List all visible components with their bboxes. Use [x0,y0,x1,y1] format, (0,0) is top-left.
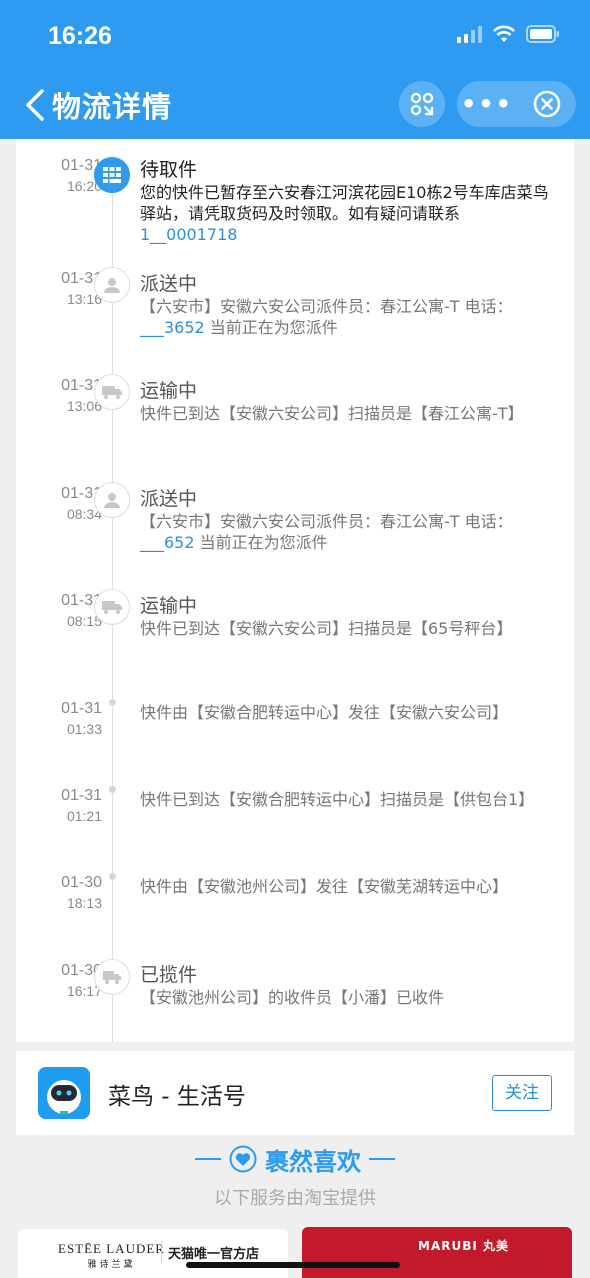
divider [195,1158,221,1160]
recommend-title: 裹然喜欢 [265,1147,361,1176]
phone-link[interactable]: ___652 [140,533,195,552]
close-button[interactable] [517,89,576,119]
entry-text: 【安徽池州公司】的收件员【小潘】已收件 [140,988,445,1007]
mini-program-capsule: ••• [457,81,576,127]
logistics-timeline-card: 01-31 16:20 待取件 您的快件已暂存至六安春江河滨花园E10栋2号车库… [16,139,574,1042]
entry-time: 01:33 [66,721,102,737]
divider [369,1158,395,1160]
heart-icon [229,1145,257,1173]
scan-icon [410,92,434,116]
package-grid-icon [94,157,130,193]
entry-text-body: 您的快件已暂存至六安春江河滨花园E10栋2号车库店菜鸟驿站，请凭取货码及时领取。… [140,183,549,223]
entry-text: 快件已到达【安徽六安公司】扫描员是【65号秤台】 [140,619,513,638]
entry-date: 01-30 [61,874,102,891]
entry-text-tail: 当前正在为您派件 [194,533,328,552]
scan-button[interactable] [399,81,445,127]
pickup-truck-icon [94,959,130,995]
entry-text: 【六安市】安徽六安公司派件员：春江公寓-T 电话： ___3652 当前正在为您派… [140,296,554,338]
divider [161,1241,162,1263]
truck-icon [94,374,130,410]
entry-status: 派送中 [140,273,198,295]
home-indicator [186,1262,400,1268]
entry-text-tail: 当前正在为您派件 [204,318,338,337]
entry-status: 已揽件 [140,964,198,986]
entry-text: 快件由【安徽池州公司】发往【安徽芜湖转运中心】 [140,877,509,896]
account-name: 菜鸟 - 生活号 [108,1084,246,1110]
wifi-icon [492,25,516,43]
recommend-header: 裹然喜欢 [0,1142,590,1176]
product-card-marubi[interactable]: MARUBI 丸美 [302,1227,572,1278]
back-button[interactable] [22,88,48,122]
entry-text: 快件已到达【安徽合肥转运中心】扫描员是【供包台1】 [140,790,535,809]
entry-date: 01-31 [61,787,102,804]
entry-text: 快件已到达【安徽六安公司】扫描员是【春江公寓-T】 [140,404,524,423]
timeline-dot [109,699,116,706]
product-card-estee[interactable]: ESTĒE LAUDER 雅诗兰黛 天猫唯一官方店 [18,1229,288,1278]
entry-text: 您的快件已暂存至六安春江河滨花园E10栋2号车库店菜鸟驿站，请凭取货码及时领取。… [140,182,554,245]
page-title: 物流详情 [52,90,173,124]
brand-logo: MARUBI 丸美 [418,1239,510,1253]
more-button[interactable]: ••• [457,81,517,127]
cainiao-account-bar[interactable]: 菜鸟 - 生活号 关注 [16,1051,574,1135]
entry-status: 待取件 [140,159,198,181]
chevron-left-icon [26,89,44,121]
app-header: 16:26 物流详情 ••• [0,0,590,139]
follow-button[interactable]: 关注 [492,1075,552,1111]
entry-time: 18:13 [66,895,102,911]
entry-time: 01:21 [66,808,102,824]
courier-person-icon [94,482,130,518]
brand-logo: ESTĒE LAUDER 雅诗兰黛 [58,1241,165,1269]
phone-link[interactable]: 1__0001718 [140,225,237,244]
phone-link[interactable]: ___3652 [140,318,205,337]
entry-text: 快件由【安徽合肥转运中心】发往【安徽六安公司】 [140,703,509,722]
timeline-dot [109,873,116,880]
signal-icon [457,25,482,43]
recommend-subtitle: 以下服务由淘宝提供 [214,1188,376,1209]
status-icons [457,25,560,43]
nav-bar: 物流详情 ••• [0,78,590,132]
truck-icon [94,589,130,625]
entry-status: 运输中 [140,595,198,617]
entry-status: 运输中 [140,380,198,402]
entry-text: 【六安市】安徽六安公司派件员：春江公寓-T 电话： ___652 当前正在为您派件 [140,511,554,553]
status-time: 16:26 [48,22,112,50]
close-icon [533,90,560,118]
entry-status: 派送中 [140,488,198,510]
entry-text-body: 【六安市】安徽六安公司派件员：春江公寓-T 电话： [140,297,513,316]
store-label: 天猫唯一官方店 [168,1247,260,1262]
courier-person-icon [94,267,130,303]
timeline-dot [109,786,116,793]
battery-icon [526,25,560,43]
cainiao-logo [38,1067,90,1119]
entry-text-body: 【六安市】安徽六安公司派件员：春江公寓-T 电话： [140,512,513,531]
entry-date: 01-31 [61,700,102,717]
